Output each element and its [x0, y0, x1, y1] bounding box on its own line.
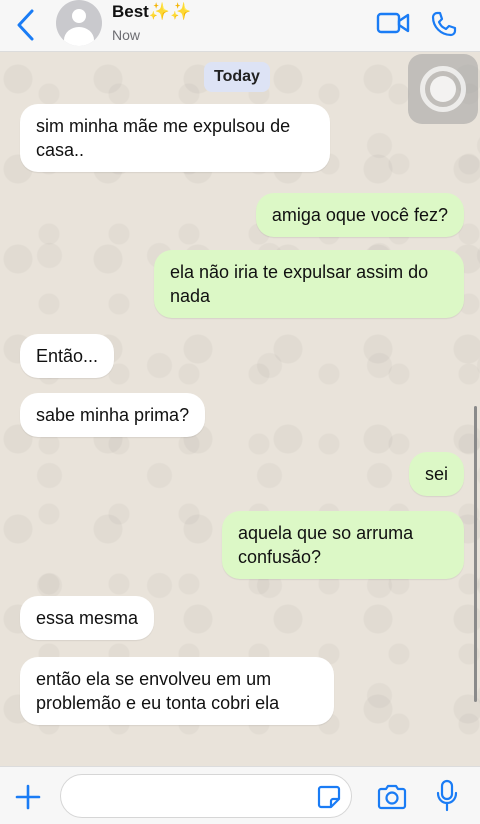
video-camera-icon[interactable] [376, 11, 410, 35]
avatar[interactable] [56, 0, 102, 46]
message-incoming[interactable]: sim minha mãe me expulsou de casa.. [20, 104, 330, 172]
microphone-icon[interactable] [436, 779, 458, 813]
message-input[interactable] [60, 774, 352, 818]
assistive-touch-button[interactable] [408, 54, 478, 124]
message-incoming[interactable]: Então... [20, 334, 115, 378]
chat-header: Best✨✨ Now [0, 0, 480, 52]
chat-area[interactable]: Today sim minha mãe me expulsou de casa.… [0, 52, 480, 766]
contact-status: Now [112, 27, 141, 43]
chevron-left-icon[interactable] [12, 8, 40, 42]
input-bar [0, 766, 480, 824]
plus-icon[interactable] [14, 783, 42, 811]
date-chip: Today [204, 62, 270, 92]
message-outgoing[interactable]: aquela que so arruma confusão? [222, 511, 464, 579]
message-incoming[interactable]: então ela se envolveu em um problemão e … [20, 657, 334, 725]
contact-name[interactable]: Best✨✨ [112, 2, 191, 22]
phone-icon[interactable] [430, 10, 458, 38]
message-outgoing[interactable]: ela não iria te expulsar assim do nada [154, 250, 464, 318]
message-outgoing[interactable]: sei [408, 452, 464, 496]
camera-icon[interactable] [376, 783, 408, 811]
scrollbar[interactable] [474, 406, 477, 702]
message-outgoing[interactable]: amiga oque você fez? [255, 193, 464, 237]
sticker-icon[interactable] [316, 784, 342, 810]
message-incoming[interactable]: sabe minha prima? [20, 393, 206, 437]
message-incoming[interactable]: essa mesma [20, 596, 155, 640]
